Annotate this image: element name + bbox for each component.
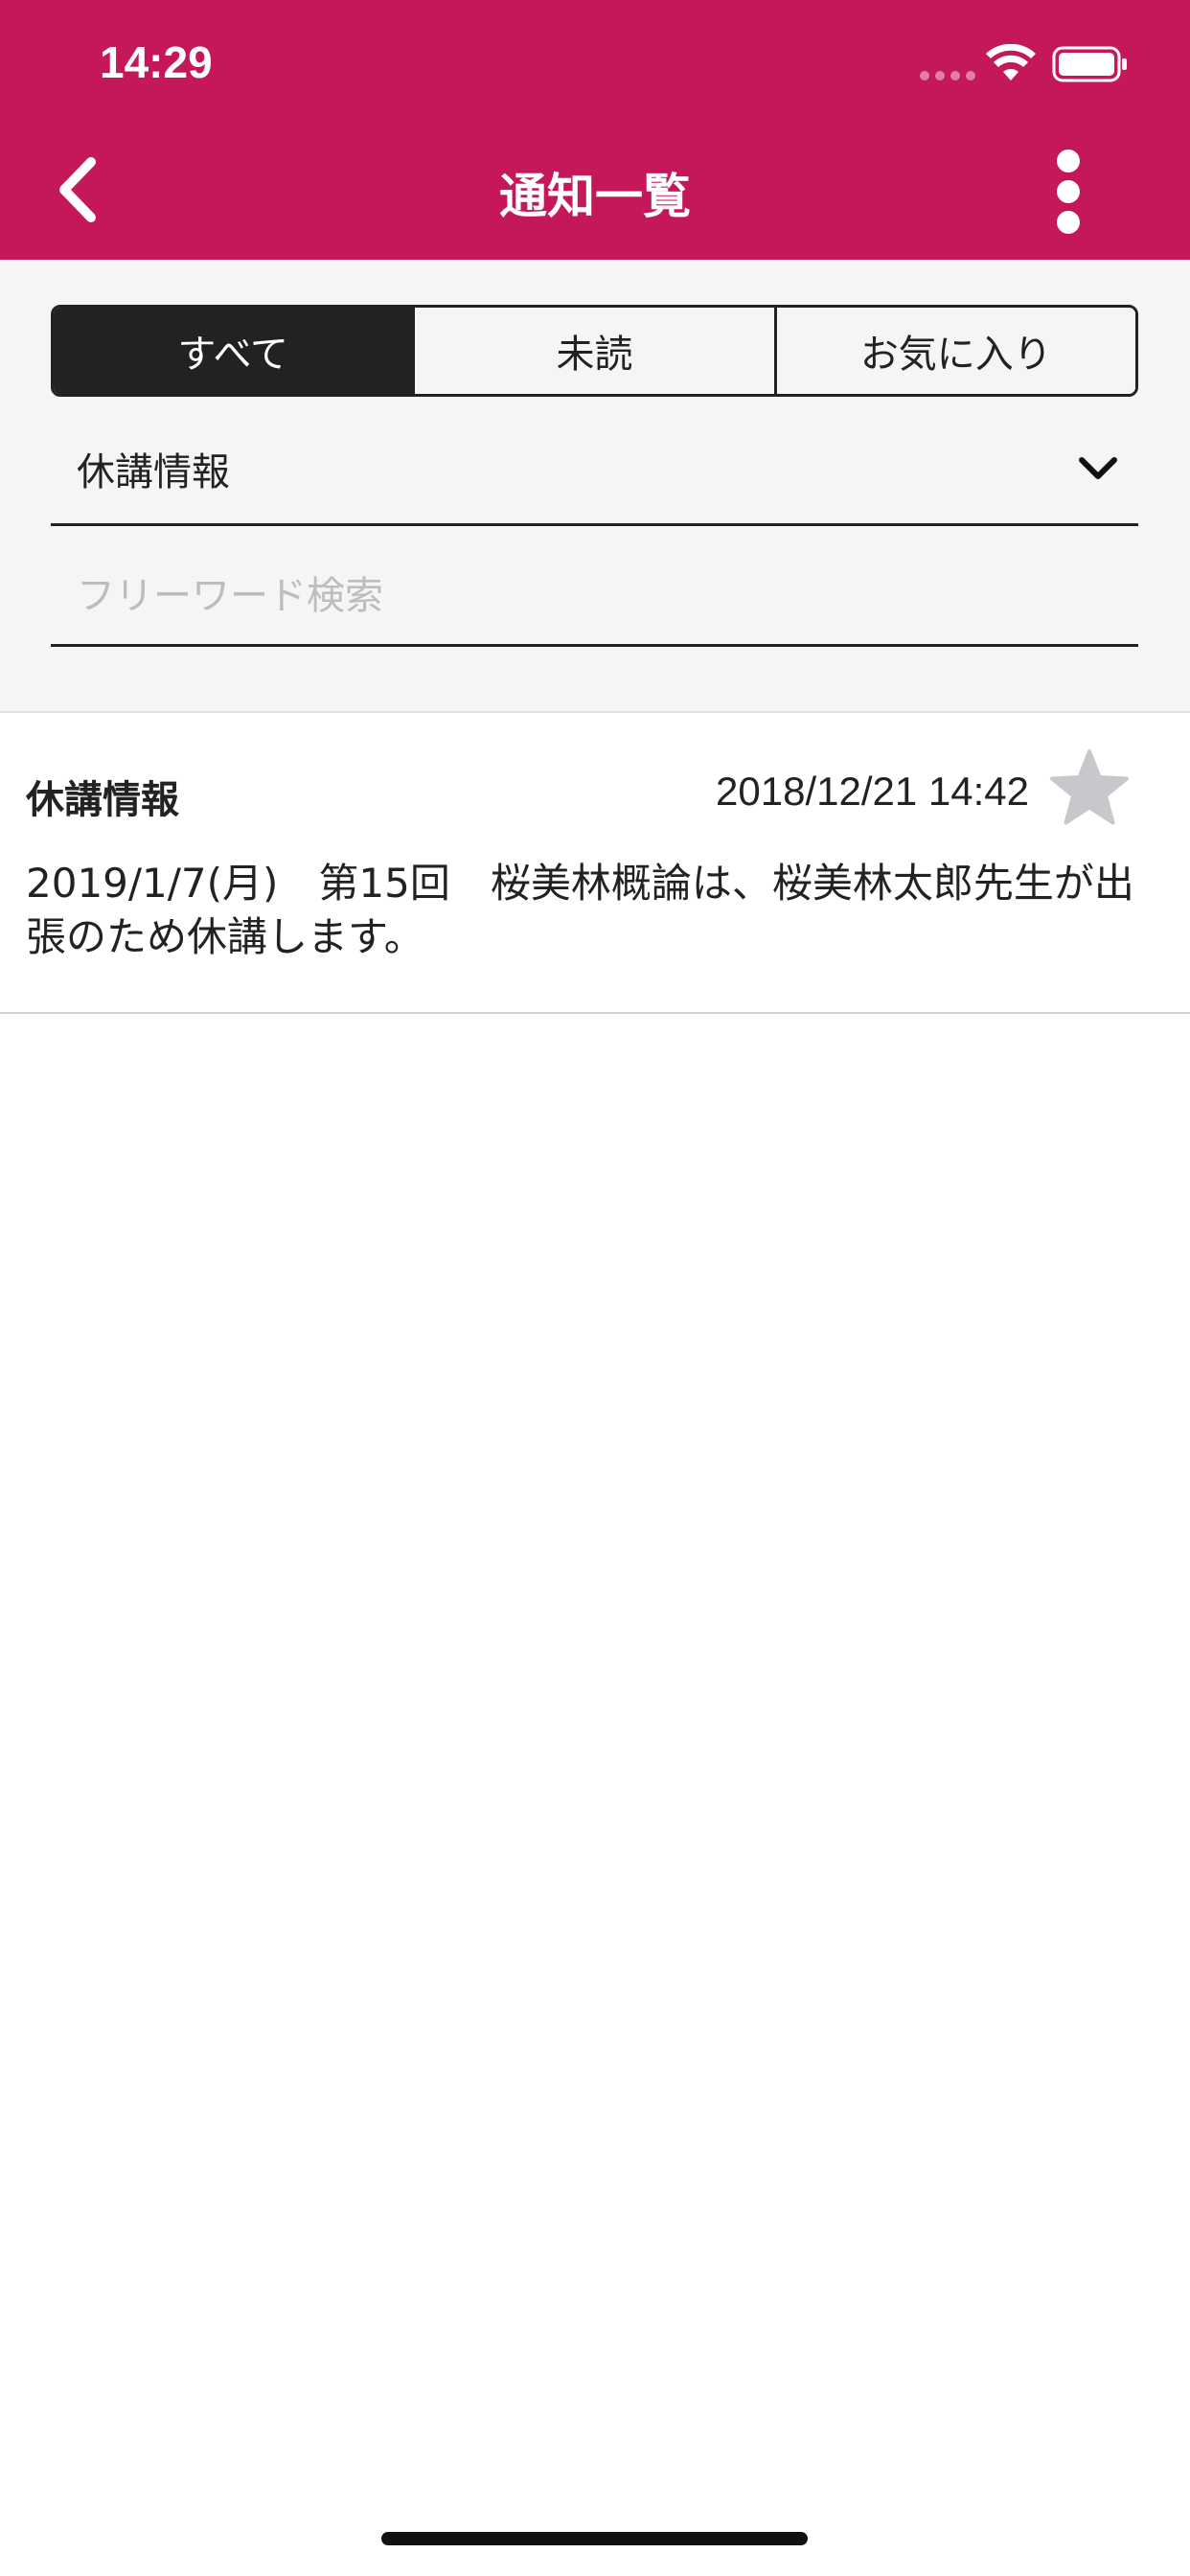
home-indicator	[381, 2532, 808, 2545]
page-title: 通知一覧	[499, 169, 691, 224]
chevron-down-icon	[1079, 456, 1117, 479]
tab-favorites[interactable]: お気に入り	[773, 308, 1135, 394]
cellular-signal-icon	[920, 71, 975, 80]
more-vertical-icon	[1057, 150, 1080, 172]
star-icon[interactable]	[1048, 748, 1131, 828]
app-header: 14:29 通知一覧	[0, 0, 1190, 260]
category-dropdown[interactable]: 休講情報	[51, 413, 1138, 526]
search-field	[51, 547, 1138, 647]
search-input[interactable]	[77, 573, 1138, 618]
notice-datetime: 2018/12/21 14:42	[716, 769, 1029, 814]
status-time: 14:29	[100, 37, 213, 87]
notice-list-item[interactable]: 休講情報 2018/12/21 14:42 2019/1/7(月) 第15回 桜…	[0, 715, 1190, 1014]
read-filter-tabs: すべて 未読 お気に入り	[51, 305, 1138, 397]
tab-all[interactable]: すべて	[54, 308, 413, 394]
battery-icon	[1052, 46, 1127, 82]
wifi-icon	[986, 44, 1036, 80]
notice-body: 2019/1/7(月) 第15回 桜美林概論は、桜美林太郎先生が出張のため休講し…	[26, 860, 1134, 960]
category-dropdown-value: 休講情報	[77, 449, 230, 494]
filter-panel: すべて 未読 お気に入り 休講情報	[0, 260, 1190, 713]
more-menu-button[interactable]	[1035, 144, 1102, 240]
tab-unread[interactable]: 未読	[412, 308, 774, 394]
